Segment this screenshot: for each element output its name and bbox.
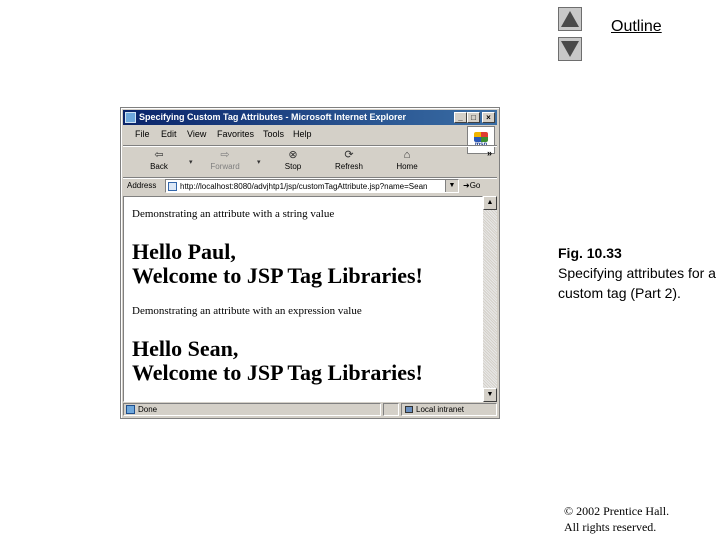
address-dropdown-icon[interactable]: ▼ — [445, 180, 458, 192]
window-title: Specifying Custom Tag Attributes - Micro… — [139, 112, 407, 122]
browser-window: Specifying Custom Tag Attributes - Micro… — [120, 107, 500, 419]
refresh-icon: ⟳ — [344, 149, 354, 161]
menu-view[interactable]: View — [187, 129, 206, 139]
done-page-icon — [126, 405, 135, 414]
scroll-up-icon[interactable]: ▲ — [483, 196, 497, 210]
back-dropdown-icon[interactable]: ▾ — [189, 158, 193, 166]
menu-file[interactable]: File — [135, 129, 150, 139]
close-button[interactable]: × — [482, 112, 495, 123]
next-slide-button[interactable] — [558, 37, 582, 61]
maximize-button[interactable]: □ — [467, 112, 480, 123]
figure-description: Specifying attributes for a custom tag (… — [558, 265, 716, 301]
greeting-heading-2: Hello Sean, — [132, 336, 239, 361]
ie-page-icon — [125, 112, 136, 123]
menu-bar: File Edit View Favorites Tools Help — [123, 127, 465, 143]
greeting-heading-1: Hello Paul, — [132, 239, 236, 264]
back-button[interactable]: ⇦ Back — [137, 149, 181, 175]
menu-edit[interactable]: Edit — [161, 129, 177, 139]
address-url: http://localhost:8080/advjhtp1/jsp/custo… — [180, 182, 428, 191]
copyright-notice: © 2002 Prentice Hall. All rights reserve… — [564, 504, 670, 534]
vertical-scrollbar[interactable]: ▲ ▼ — [483, 196, 497, 402]
menu-help[interactable]: Help — [293, 129, 312, 139]
forward-arrow-icon: ⇨ — [220, 149, 230, 161]
address-bar: Address http://localhost:8080/advjhtp1/j… — [123, 177, 497, 195]
figure-number: Fig. 10.33 — [558, 245, 622, 261]
refresh-button[interactable]: ⟳ Refresh — [327, 149, 371, 175]
title-bar: Specifying Custom Tag Attributes - Micro… — [123, 110, 497, 125]
status-bar: Done Local intranet — [123, 403, 497, 417]
windows-flag-icon — [474, 131, 488, 142]
scroll-down-icon[interactable]: ▼ — [483, 388, 497, 402]
back-arrow-icon: ⇦ — [154, 149, 164, 161]
stop-button[interactable]: ⊗ Stop — [271, 149, 315, 175]
menu-tools[interactable]: Tools — [263, 129, 284, 139]
forward-button[interactable]: ⇨ Forward — [203, 149, 247, 175]
welcome-heading-1: Welcome to JSP Tag Libraries! — [132, 263, 423, 288]
home-button[interactable]: ⌂ Home — [385, 149, 429, 175]
home-icon: ⌂ — [403, 149, 411, 161]
status-text: Done — [138, 405, 158, 414]
toolbar-overflow-icon[interactable]: » — [487, 148, 492, 158]
address-label: Address — [127, 181, 157, 190]
forward-dropdown-icon[interactable]: ▾ — [257, 158, 261, 166]
welcome-heading-2: Welcome to JSP Tag Libraries! — [132, 360, 423, 385]
previous-slide-button[interactable] — [558, 7, 582, 31]
page-icon — [168, 182, 177, 191]
page-content: Demonstrating an attribute with a string… — [123, 196, 483, 402]
minimize-button[interactable]: _ — [454, 112, 467, 123]
stop-icon: ⊗ — [288, 149, 298, 161]
triangle-down-icon — [561, 41, 579, 57]
triangle-up-icon — [561, 11, 579, 27]
string-attribute-text: Demonstrating an attribute with a string… — [132, 208, 335, 220]
toolbar: ⇦ Back ▾ ⇨ Forward ▾ ⊗ Stop ⟳ Refresh ⌂ … — [123, 145, 497, 176]
figure-caption: Fig. 10.33 Specifying attributes for a c… — [558, 243, 718, 303]
expression-attribute-text: Demonstrating an attribute with an expre… — [132, 305, 362, 317]
status-panel — [383, 403, 399, 416]
menu-favorites[interactable]: Favorites — [217, 129, 254, 139]
outline-link[interactable]: Outline — [611, 18, 662, 36]
go-button[interactable]: ➜Go — [463, 181, 480, 190]
security-zone-text: Local intranet — [416, 405, 465, 414]
intranet-zone-icon — [405, 406, 413, 413]
address-input[interactable]: http://localhost:8080/advjhtp1/jsp/custo… — [165, 179, 459, 193]
